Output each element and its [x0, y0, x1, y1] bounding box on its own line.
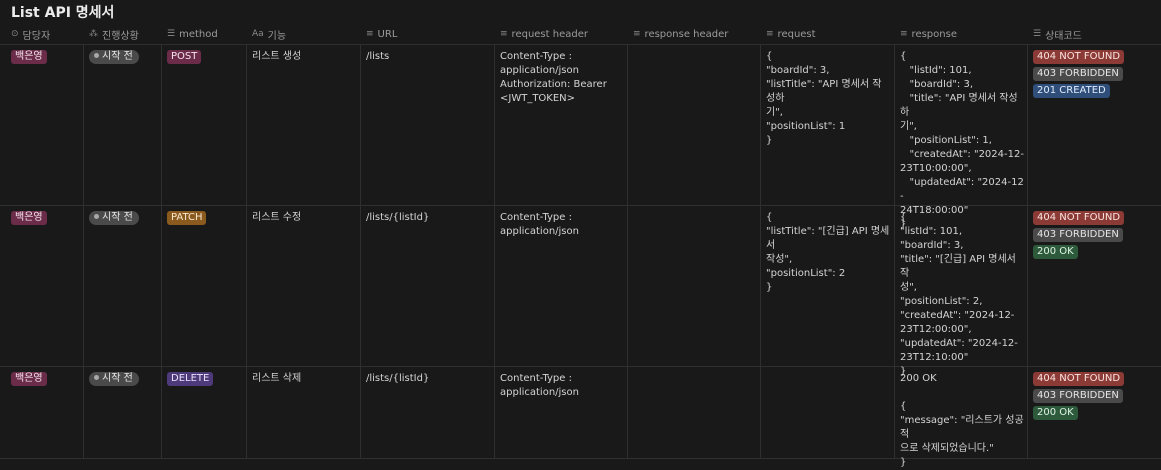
- feature-cell[interactable]: 리스트 삭제: [252, 372, 360, 386]
- status-code-tag: 404 NOT FOUND: [1033, 211, 1125, 225]
- method-cell[interactable]: DELETE: [167, 372, 245, 386]
- column-header[interactable]: Aa 기능: [252, 24, 286, 44]
- owner-cell[interactable]: 백은영: [11, 372, 81, 386]
- status-cell[interactable]: 시작 전: [89, 372, 159, 386]
- column-divider: [494, 44, 495, 458]
- table-row[interactable]: 백은영 시작 전 DELETE 리스트 삭제/lists/{listId} Conten…: [0, 366, 1161, 468]
- column-header-label: URL: [377, 28, 398, 40]
- status-code-cell[interactable]: 404 NOT FOUND 403 FORBIDDEN 200 OK: [1033, 372, 1153, 420]
- column-header-label: request header: [511, 28, 588, 40]
- status-cell[interactable]: 시작 전: [89, 50, 159, 64]
- column-header[interactable]: ≡ URL: [366, 24, 397, 44]
- column-header-label: response header: [644, 28, 729, 40]
- table-row[interactable]: 백은영 시작 전 POST 리스트 생성/lists Content-Type : ap…: [0, 44, 1161, 230]
- status-code-tag: 200 OK: [1033, 245, 1078, 259]
- column-header-label: response: [911, 28, 957, 40]
- method-tag: DELETE: [167, 372, 214, 386]
- column-header-label: 담당자: [22, 30, 51, 42]
- status-code-cell[interactable]: 404 NOT FOUND 403 FORBIDDEN 200 OK: [1033, 211, 1153, 259]
- method-tag: PATCH: [167, 211, 207, 225]
- owner-cell[interactable]: 백은영: [11, 211, 81, 225]
- list-icon: ☰: [167, 29, 176, 39]
- status-label: 시작 전: [102, 212, 133, 223]
- status-label: 시작 전: [102, 51, 133, 62]
- owner-tag: 백은영: [11, 372, 47, 386]
- status-code-tag: 403 FORBIDDEN: [1033, 67, 1123, 81]
- status-badge: 시작 전: [89, 372, 139, 386]
- request-header-cell[interactable]: Content-Type : application/json: [500, 372, 628, 400]
- status-code-list: 404 NOT FOUND 403 FORBIDDEN 200 OK: [1033, 372, 1153, 420]
- status-code-tag: 403 FORBIDDEN: [1033, 228, 1123, 242]
- list-icon: ☰: [1033, 29, 1042, 39]
- person-circle-icon: ⊙: [11, 29, 19, 39]
- text-lines-icon: ≡: [633, 29, 641, 39]
- status-badge: 시작 전: [89, 50, 139, 64]
- column-divider: [627, 44, 628, 458]
- text-lines-icon: ≡: [900, 29, 908, 39]
- response-cell[interactable]: { "listId": 101, "boardId": 3, "title": …: [900, 211, 1024, 379]
- column-header-label: 상태코드: [1045, 30, 1082, 42]
- status-code-tag: 201 CREATED: [1033, 84, 1110, 98]
- text-lines-icon: ≡: [766, 29, 774, 39]
- column-divider: [1027, 44, 1028, 458]
- status-code-list: 404 NOT FOUND 403 FORBIDDEN 201 CREATED: [1033, 50, 1153, 98]
- column-header[interactable]: ≡ response header: [633, 24, 728, 44]
- owner-cell[interactable]: 백은영: [11, 50, 81, 64]
- request-header-cell[interactable]: Content-Type : application/json: [500, 211, 628, 239]
- column-divider: [760, 44, 761, 458]
- page-title: List API 명세서: [11, 5, 115, 21]
- text-icon: Aa: [252, 29, 264, 39]
- status-label: 시작 전: [102, 373, 133, 384]
- request-cell[interactable]: { "listTitle": "[긴급] API 명세서 작성", "posit…: [766, 211, 890, 295]
- owner-tag: 백은영: [11, 50, 47, 64]
- status-dot-icon: [94, 375, 99, 380]
- url-cell[interactable]: /lists: [366, 50, 490, 64]
- status-code-tag: 404 NOT FOUND: [1033, 372, 1125, 386]
- column-divider: [894, 44, 895, 458]
- column-header-label: method: [179, 28, 218, 40]
- column-header[interactable]: ≡ request: [766, 24, 816, 44]
- column-header[interactable]: ☰ 상태코드: [1033, 24, 1082, 44]
- request-header-cell[interactable]: Content-Type : application/json Authoriz…: [500, 50, 628, 106]
- column-header[interactable]: ≡ response: [900, 24, 957, 44]
- status-code-cell[interactable]: 404 NOT FOUND 403 FORBIDDEN 201 CREATED: [1033, 50, 1153, 98]
- text-lines-icon: ≡: [366, 29, 374, 39]
- method-cell[interactable]: PATCH: [167, 211, 245, 225]
- feature-cell[interactable]: 리스트 생성: [252, 50, 360, 64]
- response-cell[interactable]: 200 OK { "message": "리스트가 성공적 으로 삭제되었습니다…: [900, 372, 1024, 470]
- column-header[interactable]: ⁂ 진행상황: [89, 24, 139, 44]
- owner-tag: 백은영: [11, 211, 47, 225]
- text-lines-icon: ≡: [500, 29, 508, 39]
- status-badge: 시작 전: [89, 211, 139, 225]
- column-header-label: 진행상황: [102, 30, 139, 42]
- table-header: ⊙ 담당자 ⁂ 진행상황 ☰ method Aa 기능 ≡ URL ≡ request header ≡…: [0, 24, 1161, 45]
- column-header-label: request: [777, 28, 816, 40]
- status-code-tag: 404 NOT FOUND: [1033, 50, 1125, 64]
- method-tag: POST: [167, 50, 202, 64]
- url-cell[interactable]: /lists/{listId}: [366, 211, 490, 225]
- table-row[interactable]: 백은영 시작 전 PATCH 리스트 수정/lists/{listId} Content…: [0, 205, 1161, 377]
- method-cell[interactable]: POST: [167, 50, 245, 64]
- column-divider: [360, 44, 361, 458]
- status-code-tag: 403 FORBIDDEN: [1033, 389, 1123, 403]
- status-spinner-icon: ⁂: [89, 29, 98, 39]
- status-dot-icon: [94, 214, 99, 219]
- column-header[interactable]: ⊙ 담당자: [11, 24, 50, 44]
- column-header[interactable]: ☰ method: [167, 24, 218, 44]
- url-cell[interactable]: /lists/{listId}: [366, 372, 490, 386]
- status-cell[interactable]: 시작 전: [89, 211, 159, 225]
- column-divider: [246, 44, 247, 458]
- column-header-label: 기능: [267, 30, 287, 42]
- column-divider: [161, 44, 162, 458]
- status-code-tag: 200 OK: [1033, 406, 1078, 420]
- status-code-list: 404 NOT FOUND 403 FORBIDDEN 200 OK: [1033, 211, 1153, 259]
- status-dot-icon: [94, 53, 99, 58]
- feature-cell[interactable]: 리스트 수정: [252, 211, 360, 225]
- column-divider: [83, 44, 84, 458]
- request-cell[interactable]: { "boardId": 3, "listTitle": "API 명세서 작성…: [766, 50, 890, 148]
- column-header[interactable]: ≡ request header: [500, 24, 588, 44]
